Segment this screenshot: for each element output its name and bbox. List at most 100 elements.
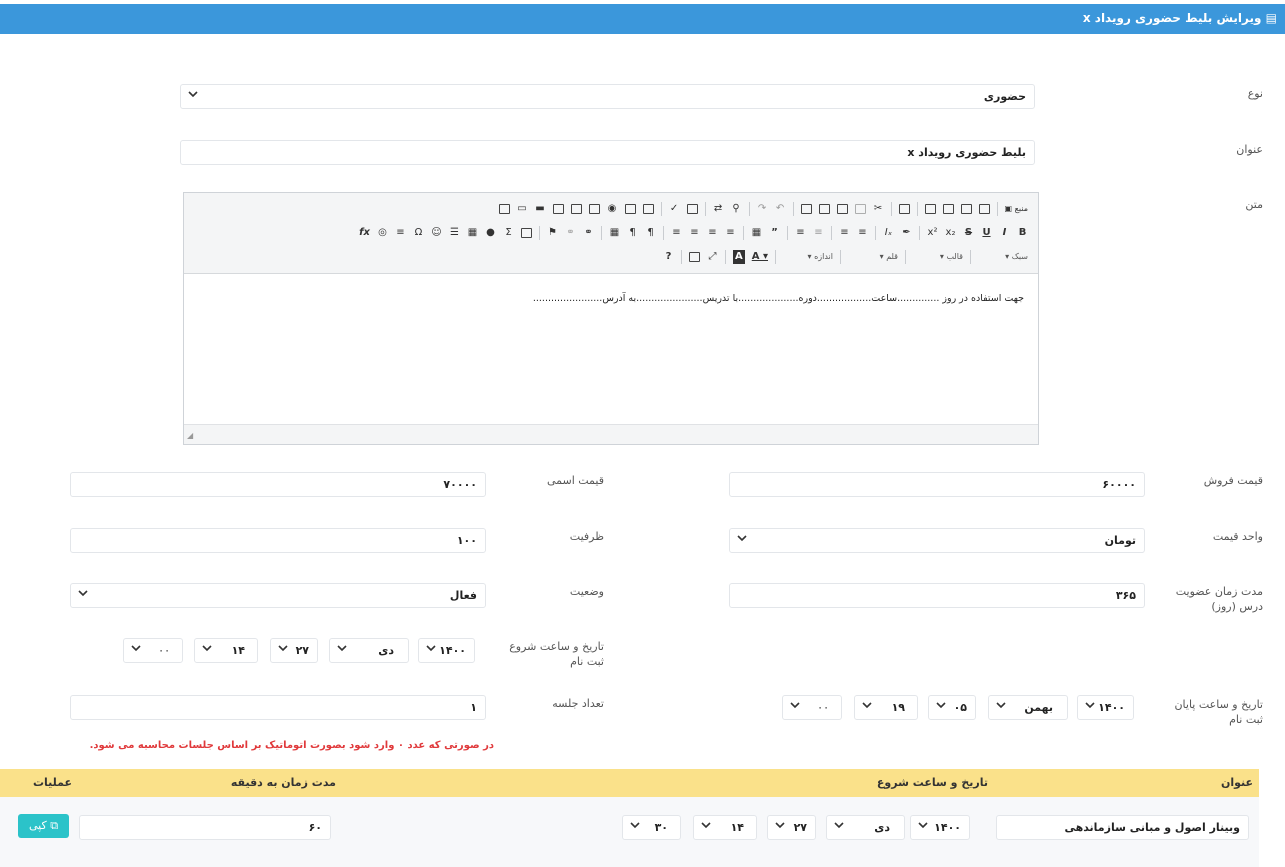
anchor-icon[interactable]: ⚑ <box>547 226 558 240</box>
textarea-icon[interactable] <box>570 204 582 214</box>
text-field-icon[interactable] <box>588 204 600 214</box>
price-unit-select[interactable]: تومان <box>729 528 1145 553</box>
session-hour-select[interactable]: ۱۴ <box>693 815 757 840</box>
paste-text-icon[interactable] <box>818 204 830 214</box>
remove-format-icon[interactable]: Iₓ <box>883 226 894 240</box>
session-month-select[interactable]: دی <box>826 815 905 840</box>
align-right-icon[interactable]: ≡ <box>689 226 700 240</box>
italic-icon[interactable]: I <box>999 226 1010 240</box>
session-year-select[interactable]: ۱۴۰۰ <box>910 815 970 840</box>
source-button[interactable]: ▣ منبع <box>1005 202 1028 216</box>
reg-start-year-select[interactable]: ۱۴۰۰ <box>418 638 475 663</box>
type-select[interactable]: حضوری <box>180 84 1035 109</box>
numbered-list-icon[interactable]: ≡ <box>857 226 868 240</box>
reg-start-month-select[interactable]: دی <box>329 638 409 663</box>
session-day-select[interactable]: ۲۷ <box>767 815 816 840</box>
div-icon[interactable]: ▦ <box>751 226 762 240</box>
show-blocks-icon[interactable] <box>688 252 700 262</box>
capacity-input[interactable]: ۱۰۰ <box>70 528 486 553</box>
form-icon[interactable] <box>642 204 654 214</box>
ltr-icon[interactable]: ¶ <box>645 226 656 240</box>
select-field-icon[interactable] <box>552 204 564 214</box>
replace-icon[interactable]: ⇄ <box>713 202 724 216</box>
help-icon[interactable]: ? <box>663 250 674 264</box>
flash-icon[interactable]: ● <box>485 226 496 240</box>
sessions-input[interactable]: ۱ <box>70 695 486 720</box>
style-dropdown[interactable]: سبک ▾ <box>978 250 1028 264</box>
new-document-icon[interactable] <box>960 204 972 214</box>
bg-color-icon[interactable]: A <box>732 250 745 264</box>
bulleted-list-icon[interactable]: ≡ <box>839 226 850 240</box>
cut-icon[interactable]: ✂ <box>873 202 884 216</box>
preview-icon[interactable] <box>942 204 954 214</box>
page-break-icon[interactable]: ≡ <box>395 226 406 240</box>
reg-end-minute-select[interactable]: ۰۰ <box>782 695 842 720</box>
strikethrough-icon[interactable]: S <box>963 226 974 240</box>
size-dropdown[interactable]: اندازه ▾ <box>783 250 834 264</box>
image-button-icon[interactable]: ▭ <box>517 202 528 216</box>
title-input[interactable]: بلیط حضوری رویداد x <box>180 140 1035 165</box>
copy-icon[interactable] <box>854 204 866 214</box>
copy-format-icon[interactable]: ✒ <box>901 226 912 240</box>
link-icon[interactable]: ⚭ <box>583 226 594 240</box>
undo-icon[interactable]: ↶ <box>775 202 786 216</box>
smiley-icon[interactable]: ☺ <box>431 226 442 240</box>
find-icon[interactable]: ⚲ <box>731 202 742 216</box>
justify-icon[interactable]: ≡ <box>671 226 682 240</box>
bold-icon[interactable]: B <box>1017 226 1028 240</box>
reg-start-day-select[interactable]: ۲۷ <box>270 638 318 663</box>
session-title-input[interactable]: وبینار اصول و مبانی سازماندهی <box>996 815 1249 840</box>
outdent-icon[interactable]: ≡ <box>813 226 824 240</box>
sigma-icon[interactable]: Σ <box>503 226 514 240</box>
editor-content[interactable]: جهت استفاده در روز ..............ساعت...… <box>184 275 1038 425</box>
unlink-icon[interactable]: ⚭ <box>565 226 576 240</box>
hidden-field-icon[interactable] <box>498 204 510 214</box>
subscript-icon[interactable]: x₂ <box>945 226 956 240</box>
superscript-icon[interactable]: x² <box>927 226 938 240</box>
reg-start-minute-select[interactable]: ۰۰ <box>123 638 183 663</box>
reg-end-hour-select[interactable]: ۱۹ <box>854 695 918 720</box>
horizontal-line-icon[interactable]: ☰ <box>449 226 460 240</box>
sale-price-input[interactable]: ۶۰۰۰۰ <box>729 472 1145 497</box>
text-color-icon[interactable]: A ▾ <box>752 250 768 264</box>
session-duration-input[interactable]: ۶۰ <box>79 815 331 840</box>
membership-input[interactable]: ۳۶۵ <box>729 583 1145 608</box>
redo-icon[interactable]: ↷ <box>757 202 768 216</box>
formula-icon[interactable]: fx <box>359 226 370 240</box>
rich-text-editor[interactable]: ▣ منبع ✂ ↶ ↷ ⚲ ⇄ ✓ ◉ ▬ ▭ B I U S x₂ x² ✒… <box>183 192 1039 445</box>
paste-icon[interactable] <box>836 204 848 214</box>
checkbox-icon[interactable] <box>624 204 636 214</box>
paste-word-icon[interactable] <box>800 204 812 214</box>
radio-icon[interactable]: ◉ <box>607 202 618 216</box>
button-icon[interactable]: ▬ <box>535 202 546 216</box>
toolbar-separator <box>539 226 540 240</box>
maximize-icon[interactable]: ⤢ <box>707 250 718 264</box>
reg-start-hour-select[interactable]: ۱۴ <box>194 638 258 663</box>
omega-icon[interactable]: Ω <box>413 226 424 240</box>
templates-icon[interactable] <box>898 204 910 214</box>
reg-end-year-select[interactable]: ۱۴۰۰ <box>1077 695 1134 720</box>
nominal-price-input[interactable]: ۷۰۰۰۰ <box>70 472 486 497</box>
align-center-icon[interactable]: ≡ <box>707 226 718 240</box>
copy-button[interactable]: ⧉ کپی <box>18 814 69 838</box>
indent-icon[interactable]: ≡ <box>795 226 806 240</box>
select-all-icon[interactable] <box>686 204 698 214</box>
spellcheck-icon[interactable]: ✓ <box>669 202 680 216</box>
image-icon[interactable] <box>521 228 532 238</box>
align-left-icon[interactable]: ≡ <box>725 226 736 240</box>
print-icon[interactable] <box>924 204 936 214</box>
language-icon[interactable]: ▦ <box>609 226 620 240</box>
reg-end-month-select[interactable]: بهمن <box>988 695 1068 720</box>
resize-handle-icon[interactable]: ◢ <box>187 431 193 440</box>
blockquote-icon[interactable]: ” <box>769 226 780 240</box>
save-icon[interactable] <box>978 204 990 214</box>
font-dropdown[interactable]: قلم ▾ <box>848 250 898 264</box>
format-dropdown[interactable]: قالب ▾ <box>913 250 963 264</box>
iframe-icon[interactable]: ◎ <box>377 226 388 240</box>
underline-icon[interactable]: U <box>981 226 992 240</box>
rtl-icon[interactable]: ¶ <box>627 226 638 240</box>
status-select[interactable]: فعال <box>70 583 486 608</box>
session-minute-select[interactable]: ۳۰ <box>622 815 681 840</box>
table-icon[interactable]: ▦ <box>467 226 478 240</box>
reg-end-day-select[interactable]: ۰۵ <box>928 695 976 720</box>
